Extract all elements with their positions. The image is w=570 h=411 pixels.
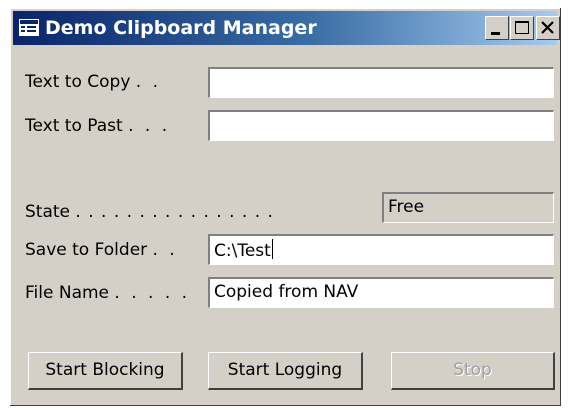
- start-logging-button[interactable]: Start Logging: [208, 352, 363, 390]
- text-to-past-label-text: Text to Past: [25, 116, 123, 136]
- close-button[interactable]: [536, 16, 560, 40]
- file-name-input[interactable]: Copied from NAV: [208, 277, 554, 308]
- save-to-folder-leader: . .: [152, 240, 178, 260]
- window-title: Demo Clipboard Manager: [45, 17, 317, 39]
- minimize-button[interactable]: [485, 16, 509, 40]
- text-to-past-leader: . . .: [128, 116, 171, 136]
- title-bar[interactable]: Demo Clipboard Manager: [13, 11, 560, 45]
- maximize-icon: [515, 21, 529, 34]
- text-to-past-label: Text to Past . . .: [25, 116, 170, 136]
- save-to-folder-label-text: Save to Folder: [25, 240, 148, 260]
- maximize-button[interactable]: [510, 16, 534, 40]
- text-to-copy-label: Text to Copy . .: [25, 72, 161, 92]
- save-to-folder-input[interactable]: C:\Test: [208, 234, 554, 265]
- form-icon: [19, 19, 39, 36]
- file-name-label-text: File Name: [25, 283, 110, 303]
- file-name-label: File Name . . . . .: [25, 283, 190, 303]
- state-value: Free: [382, 192, 554, 223]
- state-leader: . . . . . . . . . . . . . . . .: [75, 202, 274, 222]
- stop-button[interactable]: Stop: [391, 352, 555, 390]
- file-name-leader: . . . . .: [114, 283, 191, 303]
- state-label-text: State: [25, 202, 70, 222]
- clipboard-manager-window: Demo Clipboard Manager Text to Copy . . …: [10, 8, 561, 406]
- start-blocking-button[interactable]: Start Blocking: [28, 352, 183, 390]
- text-to-copy-leader: . .: [135, 72, 162, 92]
- text-to-past-input[interactable]: [208, 110, 554, 141]
- text-to-copy-input[interactable]: [208, 67, 554, 98]
- save-to-folder-value: C:\Test: [214, 241, 271, 261]
- minimize-icon: [491, 32, 500, 35]
- text-to-copy-label-text: Text to Copy: [25, 72, 131, 92]
- text-caret: [271, 239, 273, 259]
- close-icon: [541, 21, 554, 34]
- save-to-folder-label: Save to Folder . .: [25, 240, 178, 260]
- state-label: State . . . . . . . . . . . . . . . .: [25, 202, 274, 222]
